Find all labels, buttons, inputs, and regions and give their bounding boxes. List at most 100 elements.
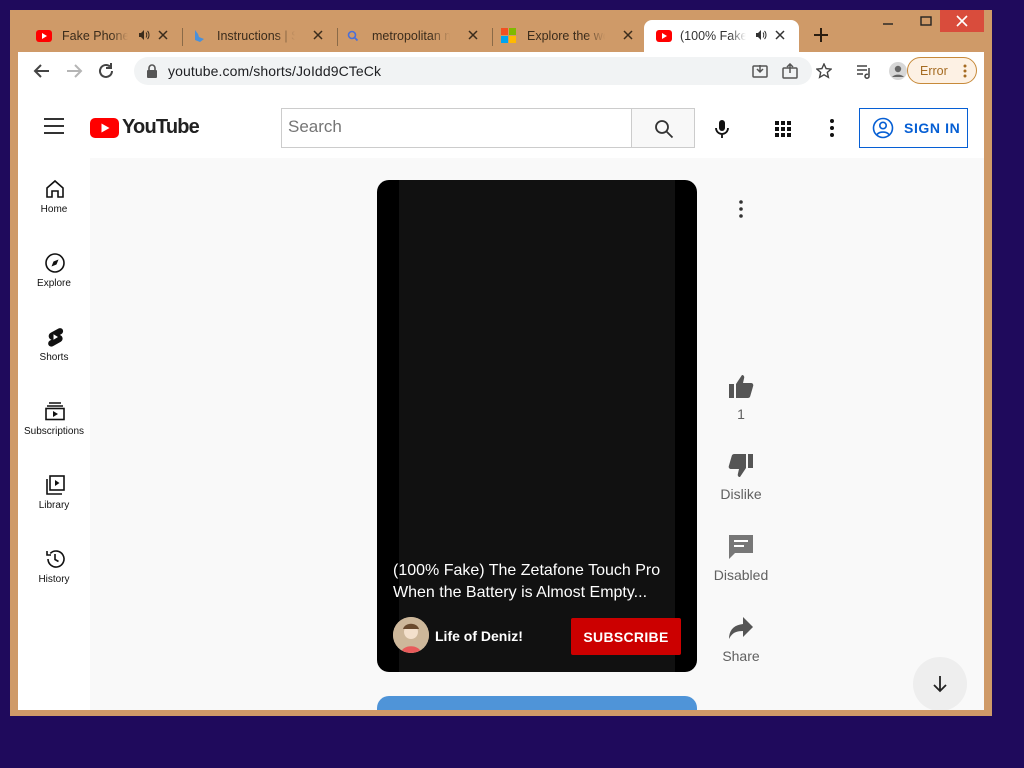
search-box[interactable]	[281, 108, 632, 148]
reading-list-icon[interactable]	[856, 63, 872, 79]
minimize-button[interactable]	[870, 10, 906, 32]
bing-favicon-icon	[195, 30, 204, 42]
subscriptions-icon	[45, 402, 65, 421]
account-circle-icon	[872, 117, 894, 139]
channel-avatar[interactable]	[393, 617, 429, 653]
tab-instructions[interactable]: Instructions | Ste	[165, 20, 337, 52]
comment-icon	[729, 535, 753, 559]
share-label: Share	[722, 648, 760, 664]
youtube-page: YouTube SIGN IN Home Exp	[18, 90, 984, 710]
back-arrow-icon[interactable]	[32, 61, 52, 81]
channel-name[interactable]: Life of Deniz!	[435, 628, 523, 644]
youtube-header: YouTube SIGN IN	[18, 90, 984, 158]
url-text[interactable]: youtube.com/shorts/JoIdd9CTeCk	[168, 63, 381, 79]
tab-title: Instructions | Ste	[217, 29, 295, 43]
sidebar-item-label: History	[38, 574, 70, 585]
tab-active-shorts[interactable]: (100% Fake)	[644, 20, 799, 52]
guide-sidebar: Home Explore Shorts Subscriptions Librar…	[18, 158, 90, 710]
browser-toolbar: youtube.com/shorts/JoIdd9CTeCk Error	[18, 52, 984, 90]
close-tab-icon[interactable]	[773, 28, 787, 42]
tab-title: (100% Fake)	[680, 29, 746, 43]
avatar-image-icon	[393, 617, 429, 653]
youtube-favicon-icon	[656, 30, 672, 42]
hamburger-menu-icon[interactable]	[44, 118, 64, 134]
tab-title: metropolitan mu	[372, 29, 450, 43]
dislike-button[interactable]: Dislike	[713, 452, 769, 502]
more-vert-icon[interactable]	[824, 119, 840, 137]
reload-icon[interactable]	[96, 61, 116, 81]
sign-in-label: SIGN IN	[904, 120, 961, 136]
tab-metropolitan[interactable]: metropolitan mu	[320, 20, 492, 52]
logo-text: YouTube	[122, 116, 200, 138]
youtube-logo[interactable]: YouTube	[90, 116, 200, 139]
browser-window: Fake Phones Instructions | Ste metropoli…	[10, 10, 992, 716]
subscribe-label: SUBSCRIBE	[583, 628, 669, 645]
like-button[interactable]: 1	[713, 372, 769, 422]
sidebar-item-label: Shorts	[39, 352, 69, 363]
tab-strip: Fake Phones Instructions | Ste metropoli…	[10, 10, 992, 52]
arrow-down-icon	[933, 676, 947, 693]
like-count: 1	[737, 406, 745, 422]
new-tab-icon[interactable]	[813, 27, 829, 43]
search-button[interactable]	[631, 108, 695, 148]
sidebar-item-explore[interactable]: Explore	[18, 242, 90, 316]
close-window-button[interactable]	[940, 10, 984, 32]
install-app-icon[interactable]	[752, 63, 768, 79]
share-page-icon[interactable]	[782, 63, 798, 79]
minimize-icon	[883, 23, 893, 25]
thumbs-down-icon	[728, 454, 753, 477]
sidebar-item-label: Subscriptions	[23, 426, 85, 437]
speaker-icon[interactable]	[755, 29, 767, 41]
search-icon	[655, 120, 674, 139]
share-button[interactable]: Share	[713, 614, 769, 664]
profile-error-button[interactable]: Error	[907, 57, 977, 84]
apps-grid-icon[interactable]	[775, 121, 791, 137]
close-tab-icon[interactable]	[621, 28, 635, 42]
library-icon	[46, 475, 65, 495]
subscribe-button[interactable]: SUBSCRIBE	[571, 618, 681, 655]
comments-disabled-label: Disabled	[713, 567, 769, 583]
sidebar-item-library[interactable]: Library	[18, 464, 90, 538]
sidebar-item-label: Home	[40, 204, 68, 215]
search-input[interactable]	[288, 117, 618, 137]
tab-fake-phones[interactable]: Fake Phones	[10, 20, 182, 52]
sign-in-button[interactable]: SIGN IN	[859, 108, 968, 148]
youtube-play-logo-icon	[90, 117, 119, 138]
sidebar-item-label: Library	[38, 500, 70, 511]
speaker-icon[interactable]	[138, 29, 150, 41]
dislike-label: Dislike	[720, 486, 762, 502]
shorts-player[interactable]: (100% Fake) The Zetafone Touch Pro When …	[377, 180, 697, 672]
youtube-favicon-icon	[36, 30, 52, 42]
bookmark-star-icon[interactable]	[816, 63, 832, 79]
sidebar-item-label: Explore	[37, 278, 71, 289]
next-short-preview[interactable]	[377, 696, 697, 710]
next-video-button[interactable]	[913, 657, 967, 710]
microsoft-favicon-icon	[501, 28, 516, 43]
shorts-icon	[48, 328, 64, 347]
comments-button: Disabled	[713, 533, 769, 583]
more-vert-icon[interactable]	[735, 200, 747, 218]
error-label: Error	[920, 64, 948, 78]
compass-icon	[45, 253, 65, 273]
history-icon	[46, 550, 65, 568]
video-title[interactable]: (100% Fake) The Zetafone Touch Pro When …	[393, 560, 683, 604]
share-arrow-icon	[729, 617, 753, 639]
lock-icon[interactable]	[146, 64, 158, 78]
chrome-menu-icon	[963, 64, 967, 78]
search-favicon-icon	[347, 30, 359, 42]
tab-explore-world[interactable]: Explore the world	[475, 20, 647, 52]
forward-arrow-icon[interactable]	[64, 61, 84, 81]
home-icon	[46, 179, 64, 198]
tab-title: Explore the world	[527, 29, 605, 43]
thumbs-up-icon	[729, 375, 754, 398]
sidebar-item-subscriptions[interactable]: Subscriptions	[18, 390, 90, 464]
address-bar[interactable]: youtube.com/shorts/JoIdd9CTeCk	[134, 57, 832, 85]
maximize-icon	[920, 16, 932, 26]
tab-title: Fake Phones	[62, 29, 128, 43]
profile-avatar-icon[interactable]	[888, 61, 908, 81]
sidebar-item-history[interactable]: History	[18, 538, 90, 612]
close-window-icon	[956, 15, 968, 27]
sidebar-item-home[interactable]: Home	[18, 168, 90, 242]
sidebar-item-shorts[interactable]: Shorts	[18, 316, 90, 390]
microphone-icon[interactable]	[711, 118, 733, 140]
